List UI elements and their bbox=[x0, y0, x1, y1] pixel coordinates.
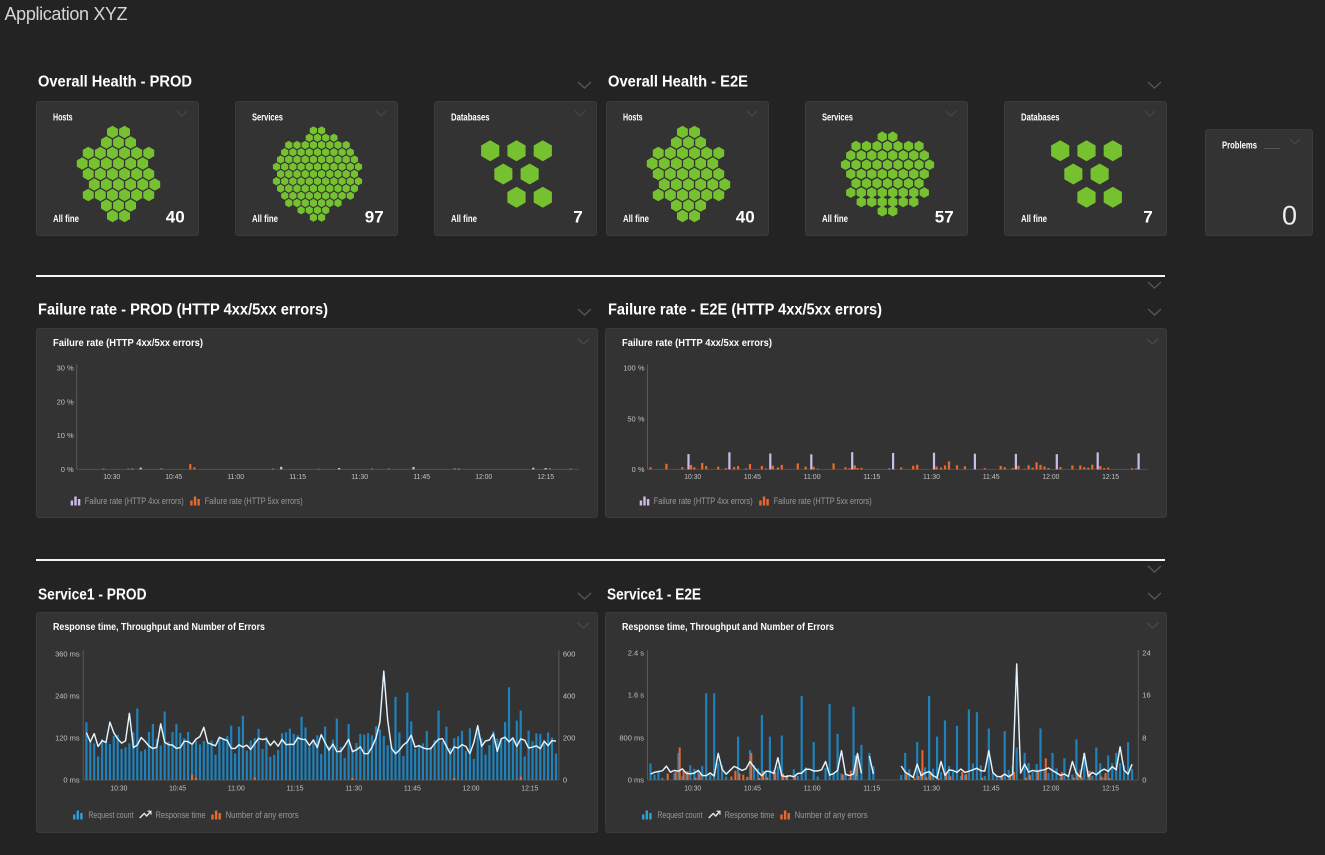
svg-text:200: 200 bbox=[563, 734, 576, 743]
svg-text:Failure rate - PROD (HTTP 4xx/: Failure rate - PROD (HTTP 4xx/5xx errors… bbox=[38, 303, 328, 318]
svg-text:10:30: 10:30 bbox=[684, 472, 701, 481]
svg-text:Response time: Response time bbox=[156, 810, 206, 821]
svg-text:Failure rate (HTTP 5xx errors): Failure rate (HTTP 5xx errors) bbox=[774, 496, 872, 507]
svg-text:7: 7 bbox=[1144, 207, 1153, 226]
svg-text:20 %: 20 % bbox=[57, 397, 74, 406]
svg-text:Failure rate (HTTP 4xx/5xx er: Failure rate (HTTP 4xx/5xx errors) bbox=[53, 337, 203, 349]
svg-text:0: 0 bbox=[563, 776, 567, 785]
svg-text:12:00: 12:00 bbox=[1043, 784, 1060, 793]
svg-text:1.6 s: 1.6 s bbox=[628, 691, 645, 700]
svg-text:12:00: 12:00 bbox=[1043, 472, 1060, 481]
svg-text:10 %: 10 % bbox=[57, 431, 74, 440]
svg-text:All fine: All fine bbox=[53, 212, 79, 224]
svg-text:Failure rate (HTTP 5xx errors): Failure rate (HTTP 5xx errors) bbox=[205, 496, 303, 507]
svg-text:16: 16 bbox=[1143, 691, 1151, 700]
svg-text:All fine: All fine bbox=[623, 212, 649, 224]
svg-text:57: 57 bbox=[935, 207, 954, 226]
svg-text:All fine: All fine bbox=[1021, 212, 1047, 224]
svg-text:11:00: 11:00 bbox=[227, 472, 244, 481]
svg-text:Response time, Throughput and: Response time, Throughput and Number of … bbox=[622, 621, 834, 633]
svg-text:Service1 - E2E: Service1 - E2E bbox=[607, 588, 701, 603]
svg-text:10:30: 10:30 bbox=[684, 784, 701, 793]
svg-text:97: 97 bbox=[365, 207, 384, 226]
svg-text:All fine: All fine bbox=[822, 212, 848, 224]
svg-text:11:30: 11:30 bbox=[923, 472, 940, 481]
svg-text:Overall Health - PROD: Overall Health - PROD bbox=[38, 75, 192, 90]
svg-text:Databases: Databases bbox=[451, 111, 490, 123]
svg-text:Hosts: Hosts bbox=[623, 111, 643, 123]
svg-text:600: 600 bbox=[563, 650, 576, 659]
svg-text:10:45: 10:45 bbox=[744, 784, 761, 793]
svg-text:12:15: 12:15 bbox=[522, 784, 539, 793]
svg-text:360 ms: 360 ms bbox=[55, 650, 80, 659]
svg-text:50 %: 50 % bbox=[628, 414, 645, 423]
svg-text:Failure rate - E2E (HTTP 4xx/5: Failure rate - E2E (HTTP 4xx/5xx errors) bbox=[608, 303, 882, 318]
svg-text:240 ms: 240 ms bbox=[55, 692, 80, 701]
svg-text:24: 24 bbox=[1143, 649, 1151, 658]
svg-text:12:15: 12:15 bbox=[1102, 472, 1119, 481]
svg-text:Problems: Problems bbox=[1222, 140, 1257, 152]
svg-text:0: 0 bbox=[1281, 201, 1296, 231]
svg-text:Number of any errors: Number of any errors bbox=[226, 810, 299, 821]
svg-text:Failure rate (HTTP 4xx errors): Failure rate (HTTP 4xx errors) bbox=[85, 496, 184, 507]
svg-text:11:00: 11:00 bbox=[804, 472, 821, 481]
svg-text:10:45: 10:45 bbox=[169, 784, 186, 793]
svg-text:12:15: 12:15 bbox=[1102, 784, 1119, 793]
svg-text:11:00: 11:00 bbox=[228, 784, 245, 793]
svg-text:10:45: 10:45 bbox=[744, 472, 761, 481]
svg-text:12:00: 12:00 bbox=[463, 784, 480, 793]
svg-text:Services: Services bbox=[822, 111, 853, 123]
svg-text:12:15: 12:15 bbox=[537, 472, 554, 481]
svg-text:0 %: 0 % bbox=[632, 465, 645, 474]
svg-text:Hosts: Hosts bbox=[53, 111, 73, 123]
svg-text:Request count: Request count bbox=[89, 810, 134, 821]
svg-text:10:30: 10:30 bbox=[103, 472, 120, 481]
svg-text:800 ms: 800 ms bbox=[620, 734, 645, 743]
svg-text:2.4 s: 2.4 s bbox=[628, 649, 645, 658]
svg-text:11:45: 11:45 bbox=[404, 784, 421, 793]
svg-text:All fine: All fine bbox=[451, 212, 477, 224]
svg-text:0 %: 0 % bbox=[61, 465, 74, 474]
svg-text:400: 400 bbox=[563, 692, 576, 701]
svg-text:All fine: All fine bbox=[252, 212, 278, 224]
svg-text:Response time: Response time bbox=[725, 810, 775, 821]
svg-text:8: 8 bbox=[1143, 734, 1147, 743]
svg-text:11:15: 11:15 bbox=[287, 784, 304, 793]
svg-text:Databases: Databases bbox=[1021, 111, 1060, 123]
svg-text:Failure rate (HTTP 4xx errors): Failure rate (HTTP 4xx errors) bbox=[654, 496, 753, 507]
svg-text:120 ms: 120 ms bbox=[55, 734, 80, 743]
svg-text:11:30: 11:30 bbox=[345, 784, 362, 793]
svg-text:40: 40 bbox=[736, 207, 755, 226]
svg-text:12:00: 12:00 bbox=[475, 472, 492, 481]
svg-text:100 %: 100 % bbox=[624, 364, 646, 373]
svg-text:30 %: 30 % bbox=[57, 364, 74, 373]
svg-text:10:30: 10:30 bbox=[111, 784, 128, 793]
svg-text:11:45: 11:45 bbox=[413, 472, 430, 481]
svg-text:Request count: Request count bbox=[658, 810, 703, 821]
svg-text:Services: Services bbox=[252, 111, 283, 123]
svg-text:0 ms: 0 ms bbox=[64, 776, 81, 785]
svg-text:11:15: 11:15 bbox=[864, 784, 881, 793]
svg-text:0: 0 bbox=[1143, 776, 1147, 785]
svg-text:11:15: 11:15 bbox=[864, 472, 881, 481]
svg-text:Number of any errors: Number of any errors bbox=[795, 810, 868, 821]
svg-text:Overall Health - E2E: Overall Health - E2E bbox=[608, 75, 748, 90]
svg-text:Service1 - PROD: Service1 - PROD bbox=[38, 588, 147, 603]
svg-text:7: 7 bbox=[574, 207, 583, 226]
svg-text:11:30: 11:30 bbox=[351, 472, 368, 481]
svg-text:10:45: 10:45 bbox=[165, 472, 182, 481]
svg-text:Failure rate (HTTP 4xx/5xx er: Failure rate (HTTP 4xx/5xx errors) bbox=[622, 337, 772, 349]
svg-text:11:45: 11:45 bbox=[983, 472, 1000, 481]
svg-text:11:15: 11:15 bbox=[289, 472, 306, 481]
svg-text:40: 40 bbox=[166, 207, 185, 226]
svg-text:11:45: 11:45 bbox=[983, 784, 1000, 793]
svg-text:11:00: 11:00 bbox=[804, 784, 821, 793]
svg-text:0 ms: 0 ms bbox=[628, 776, 645, 785]
svg-text:11:30: 11:30 bbox=[923, 784, 940, 793]
svg-text:Response time, Throughput and: Response time, Throughput and Number of … bbox=[53, 621, 265, 633]
